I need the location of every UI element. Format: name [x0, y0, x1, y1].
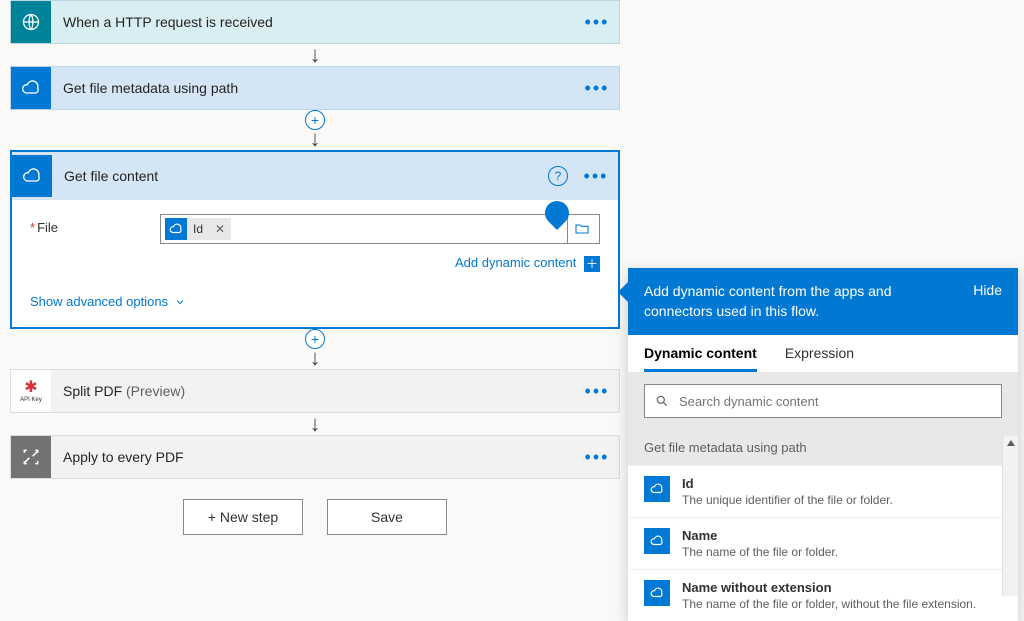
- cloud-icon: [12, 155, 52, 197]
- connector: ↓: [10, 413, 620, 435]
- panel-pointer-icon: [618, 282, 628, 302]
- step-apply-to-each[interactable]: Apply to every PDF •••: [10, 435, 620, 479]
- item-title: Id: [682, 476, 893, 491]
- dynamic-content-item[interactable]: Name without extension The name of the fi…: [628, 569, 1018, 621]
- globe-icon: [11, 1, 51, 43]
- file-field-label: *File: [30, 214, 160, 235]
- cloud-icon: [165, 218, 187, 240]
- search-icon: [655, 394, 669, 408]
- search-input[interactable]: [679, 394, 991, 409]
- step-header[interactable]: Get file content ? •••: [12, 152, 618, 200]
- item-description: The name of the file or folder, without …: [682, 597, 976, 611]
- api-key-icon: ✱ API Key: [11, 370, 51, 412]
- folder-picker-button[interactable]: [567, 215, 595, 243]
- cloud-icon: [11, 67, 51, 109]
- dynamic-content-panel: Add dynamic content from the apps and co…: [628, 268, 1018, 621]
- step-title: When a HTTP request is received: [51, 14, 575, 30]
- dynamic-content-item[interactable]: Name The name of the file or folder.: [628, 517, 1018, 569]
- new-step-button[interactable]: + New step: [183, 499, 303, 535]
- connector-with-add: + ↓: [10, 329, 620, 369]
- tab-dynamic-content[interactable]: Dynamic content: [644, 345, 757, 372]
- dynamic-content-item[interactable]: Id The unique identifier of the file or f…: [628, 465, 1018, 517]
- dyn-section-title: Get file metadata using path: [628, 430, 1018, 465]
- step-menu-button[interactable]: •••: [574, 166, 618, 187]
- scrollbar[interactable]: [1002, 436, 1018, 596]
- step-title: Split PDF (Preview): [51, 383, 575, 399]
- step-get-metadata[interactable]: Get file metadata using path •••: [10, 66, 620, 110]
- connector-with-add: + ↓: [10, 110, 620, 150]
- connector: ↓: [10, 44, 620, 66]
- step-menu-button[interactable]: •••: [575, 12, 619, 33]
- panel-header: Add dynamic content from the apps and co…: [628, 268, 1018, 335]
- step-menu-button[interactable]: •••: [575, 381, 619, 402]
- step-split-pdf[interactable]: ✱ API Key Split PDF (Preview) •••: [10, 369, 620, 413]
- search-dynamic-content[interactable]: [644, 384, 1002, 418]
- step-menu-button[interactable]: •••: [575, 447, 619, 468]
- step-title: Get file metadata using path: [51, 80, 575, 96]
- tab-expression[interactable]: Expression: [785, 345, 854, 372]
- step-get-content-expanded: Get file content ? ••• *File Id ✕: [10, 150, 620, 329]
- chevron-down-icon: [174, 296, 186, 308]
- step-title: Apply to every PDF: [51, 449, 575, 465]
- cloud-icon: [644, 580, 670, 606]
- save-button[interactable]: Save: [327, 499, 447, 535]
- add-dynamic-content-link[interactable]: Add dynamic content ＋: [455, 255, 600, 270]
- item-title: Name without extension: [682, 580, 976, 595]
- file-input[interactable]: Id ✕: [160, 214, 600, 244]
- panel-header-text: Add dynamic content from the apps and co…: [644, 282, 961, 321]
- item-description: The name of the file or folder.: [682, 545, 838, 559]
- loop-icon: [11, 436, 51, 478]
- step-title: Get file content: [52, 168, 548, 184]
- cloud-icon: [644, 528, 670, 554]
- item-title: Name: [682, 528, 838, 543]
- remove-token-button[interactable]: ✕: [209, 222, 231, 236]
- show-advanced-options[interactable]: Show advanced options: [30, 294, 186, 309]
- plus-icon: ＋: [584, 256, 600, 272]
- footer-buttons: + New step Save: [10, 499, 620, 535]
- item-description: The unique identifier of the file or fol…: [682, 493, 893, 507]
- step-http-trigger[interactable]: When a HTTP request is received •••: [10, 0, 620, 44]
- cloud-icon: [644, 476, 670, 502]
- hide-panel-button[interactable]: Hide: [973, 282, 1002, 321]
- dynamic-token-id[interactable]: Id ✕: [165, 218, 231, 240]
- dynamic-content-list: Id The unique identifier of the file or f…: [628, 465, 1018, 621]
- help-icon[interactable]: ?: [548, 166, 568, 186]
- file-field-row: *File Id ✕: [30, 214, 600, 244]
- step-menu-button[interactable]: •••: [575, 78, 619, 99]
- panel-tabs: Dynamic content Expression: [628, 335, 1018, 372]
